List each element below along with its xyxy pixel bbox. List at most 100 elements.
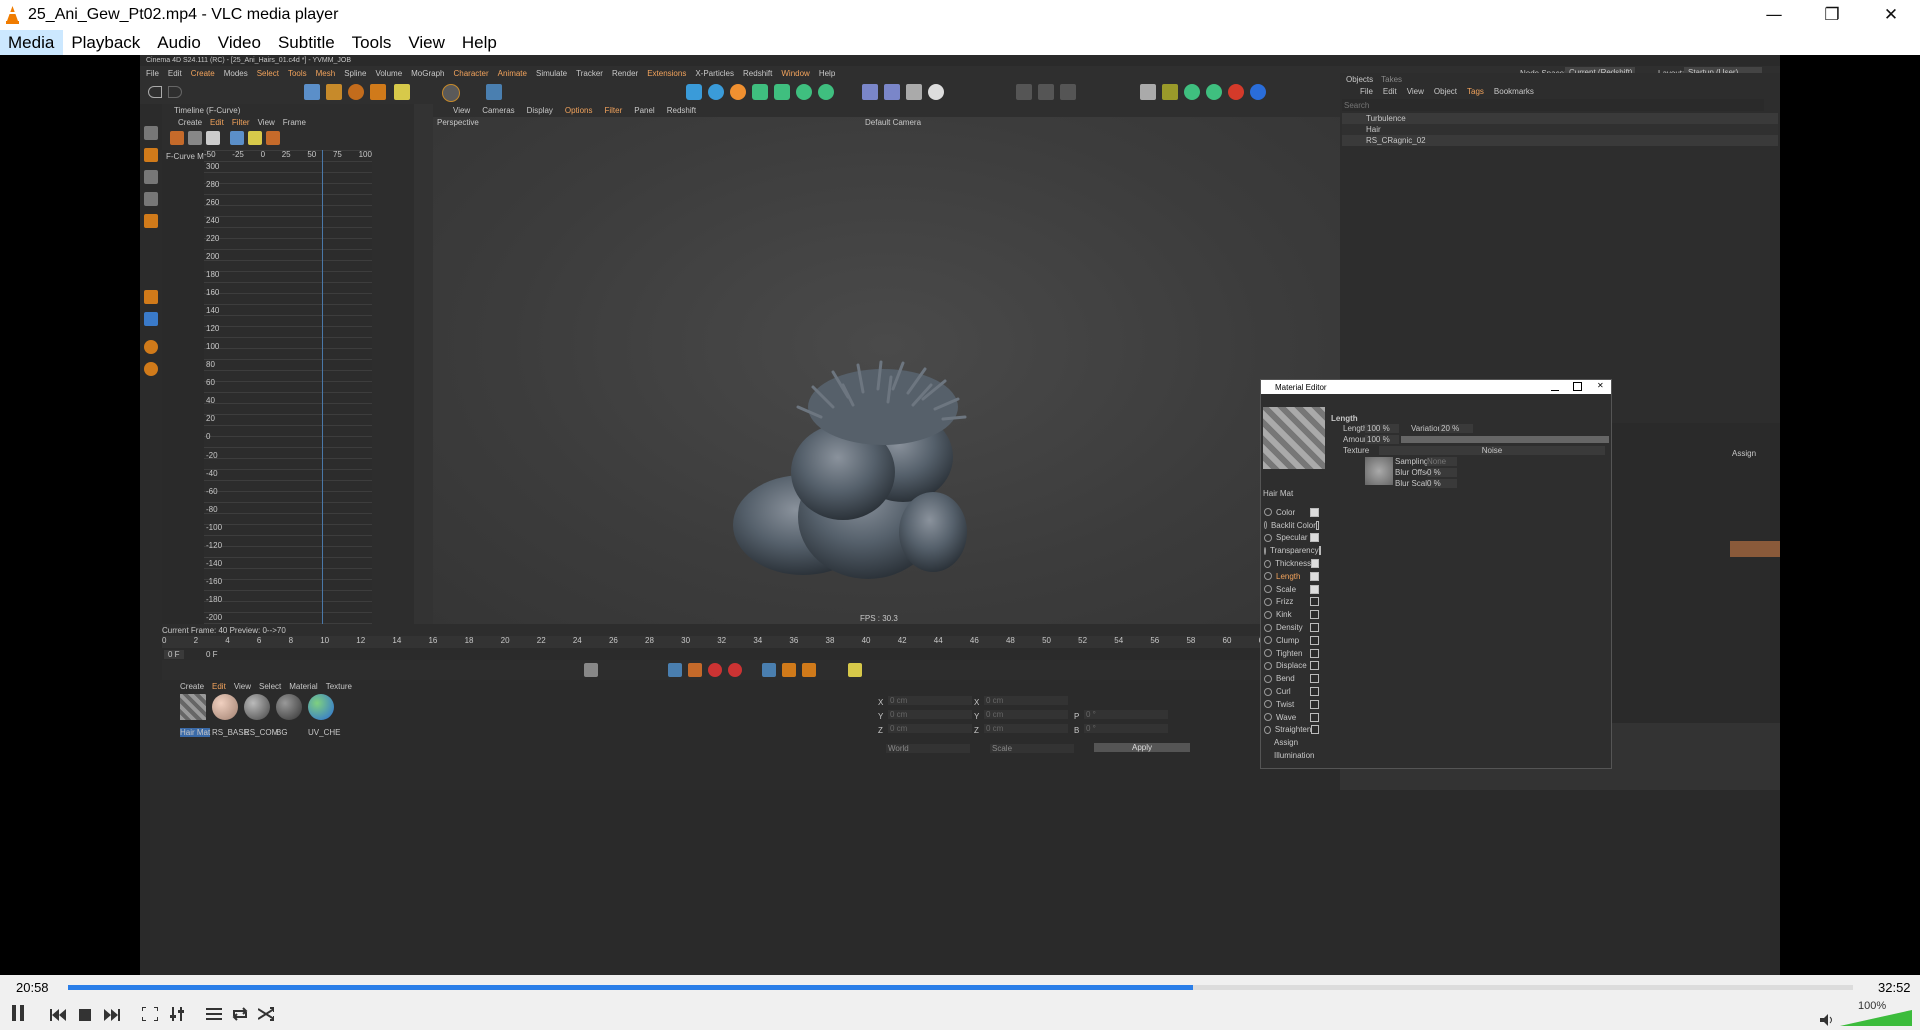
tangent-icon[interactable] xyxy=(206,131,220,145)
viewport-menu-view[interactable]: View xyxy=(453,106,470,115)
c4d-menu-extensions[interactable]: Extensions xyxy=(647,69,686,78)
object-row[interactable]: Hair xyxy=(1342,124,1778,135)
viewport-menu-cameras[interactable]: Cameras xyxy=(482,106,514,115)
channel-checkbox[interactable] xyxy=(1311,559,1319,569)
sphere-icon[interactable] xyxy=(708,84,724,100)
xp-system-icon[interactable] xyxy=(1206,84,1222,100)
pause-button[interactable] xyxy=(6,1004,30,1026)
rotate-icon[interactable] xyxy=(348,84,364,100)
me-texture-field[interactable]: Noise xyxy=(1379,446,1605,455)
frame-icon[interactable] xyxy=(584,663,598,677)
channel-checkbox[interactable] xyxy=(1315,520,1319,530)
objects-menu-view[interactable]: View xyxy=(1407,87,1424,96)
c4d-menu-modes[interactable]: Modes xyxy=(224,69,248,78)
timeline-icon[interactable] xyxy=(848,663,862,677)
channel-row[interactable]: Illumination xyxy=(1261,749,1325,762)
channel-row[interactable]: Wave xyxy=(1261,711,1325,724)
mat-menu-view[interactable]: View xyxy=(234,682,251,691)
c4d-menu-tracker[interactable]: Tracker xyxy=(576,69,603,78)
coord-world-dropdown[interactable]: World xyxy=(886,744,970,753)
viewport[interactable]: Perspective Default Camera FPS: 30.3 xyxy=(433,117,1340,624)
seek-bar[interactable] xyxy=(68,985,1853,990)
xp-question-icon[interactable] xyxy=(1228,84,1244,100)
coord-p-field[interactable]: 0 ° xyxy=(1084,710,1168,719)
channel-row[interactable]: Tighten xyxy=(1261,647,1325,660)
key-rotation-icon[interactable] xyxy=(782,663,796,677)
apply-button[interactable]: Apply xyxy=(1094,743,1190,752)
loop-icon[interactable] xyxy=(668,663,682,677)
undo-icon[interactable] xyxy=(148,86,162,98)
volume-slider[interactable]: 100% xyxy=(1840,1000,1912,1026)
channel-row[interactable]: Density xyxy=(1261,621,1325,634)
channel-checkbox[interactable] xyxy=(1310,584,1319,594)
c4d-menu-redshift[interactable]: Redshift xyxy=(743,69,772,78)
objects-menu-object[interactable]: Object xyxy=(1434,87,1457,96)
menu-help[interactable]: Help xyxy=(454,30,506,55)
menu-audio[interactable]: Audio xyxy=(149,30,209,55)
menu-playback[interactable]: Playback xyxy=(63,30,149,55)
channel-row[interactable]: Clump xyxy=(1261,634,1325,647)
me-blur-scale-field[interactable]: 0 % xyxy=(1427,479,1457,488)
c4d-menu-spline[interactable]: Spline xyxy=(344,69,366,78)
mat-menu-material[interactable]: Material xyxy=(289,682,317,691)
channel-row[interactable]: Straighten xyxy=(1261,724,1325,737)
mat-menu-edit[interactable]: Edit xyxy=(212,682,226,691)
live-selection-icon[interactable] xyxy=(304,84,320,100)
camera-icon[interactable] xyxy=(906,84,922,100)
objects-search-input[interactable] xyxy=(1342,99,1764,111)
frame-end-field[interactable]: 0 F xyxy=(206,650,218,659)
channel-row[interactable]: Color xyxy=(1261,506,1325,519)
coord-sx-field[interactable]: 0 cm xyxy=(984,696,1068,705)
c4d-menu-tools[interactable]: Tools xyxy=(288,69,307,78)
me-maximize-icon[interactable] xyxy=(1573,382,1582,391)
redo-icon[interactable] xyxy=(168,86,182,98)
channel-checkbox[interactable] xyxy=(1310,610,1319,620)
me-blur-offset-field[interactable]: 0 % xyxy=(1427,468,1457,477)
viewport-menu-panel[interactable]: Panel xyxy=(634,106,654,115)
coord-z-field[interactable]: 0 cm xyxy=(888,724,972,733)
field-icon[interactable] xyxy=(884,84,900,100)
timeline-menu-view[interactable]: View xyxy=(258,118,275,127)
stop-button[interactable] xyxy=(73,1004,97,1026)
record-icon[interactable] xyxy=(708,663,722,677)
coord-icon[interactable] xyxy=(486,84,502,100)
menu-tools[interactable]: Tools xyxy=(344,30,401,55)
close-button[interactable]: ✕ xyxy=(1862,0,1920,30)
key-icon[interactable] xyxy=(170,131,184,145)
channel-row[interactable]: Twist xyxy=(1261,698,1325,711)
material-item[interactable]: Hair Mat xyxy=(180,694,211,737)
me-variation-field[interactable]: 20 % xyxy=(1439,424,1473,433)
viewport-menu-options[interactable]: Options xyxy=(565,106,593,115)
channel-row[interactable]: Transparency xyxy=(1261,544,1325,557)
c4d-menu-simulate[interactable]: Simulate xyxy=(536,69,567,78)
channel-row[interactable]: Backlit Color xyxy=(1261,519,1325,532)
key-position-icon[interactable] xyxy=(762,663,776,677)
c4d-menu-mograph[interactable]: MoGraph xyxy=(411,69,444,78)
channel-checkbox[interactable] xyxy=(1310,623,1319,633)
material-item[interactable]: RS_BASE xyxy=(212,694,249,737)
timeline-menu-edit[interactable]: Edit xyxy=(210,118,224,127)
timeline-menu-filter[interactable]: Filter xyxy=(232,118,250,127)
channel-checkbox[interactable] xyxy=(1310,661,1319,671)
channel-checkbox[interactable] xyxy=(1310,635,1319,645)
mograph-icon[interactable] xyxy=(818,84,834,100)
tab-objects[interactable]: Objects xyxy=(1346,75,1373,84)
frame-ruler[interactable]: 0 2 4 6 8 10 12 14 16 18 20 22 24 26 28 … xyxy=(162,636,1340,648)
c4d-menu-edit[interactable]: Edit xyxy=(168,69,182,78)
attr-color-swatch[interactable] xyxy=(1730,541,1780,557)
frame-start-field[interactable]: 0 F xyxy=(164,650,184,659)
me-amount-slider[interactable] xyxy=(1401,436,1609,443)
sculpt-icon[interactable] xyxy=(144,340,158,354)
c4d-menu-create[interactable]: Create xyxy=(191,69,215,78)
me-close-icon[interactable]: ✕ xyxy=(1597,381,1604,390)
coord-sy-field[interactable]: 0 cm xyxy=(984,710,1068,719)
edges-mode-icon[interactable] xyxy=(144,192,158,206)
menu-view[interactable]: View xyxy=(400,30,454,55)
cube-icon[interactable] xyxy=(686,84,702,100)
c4d-menu-volume[interactable]: Volume xyxy=(375,69,402,78)
c4d-menu-window[interactable]: Window xyxy=(781,69,809,78)
deformer-icon[interactable] xyxy=(862,84,878,100)
material-item[interactable]: UV_CHE xyxy=(308,694,340,737)
timeline-menu-frame[interactable]: Frame xyxy=(283,118,306,127)
points-mode-icon[interactable] xyxy=(144,170,158,184)
